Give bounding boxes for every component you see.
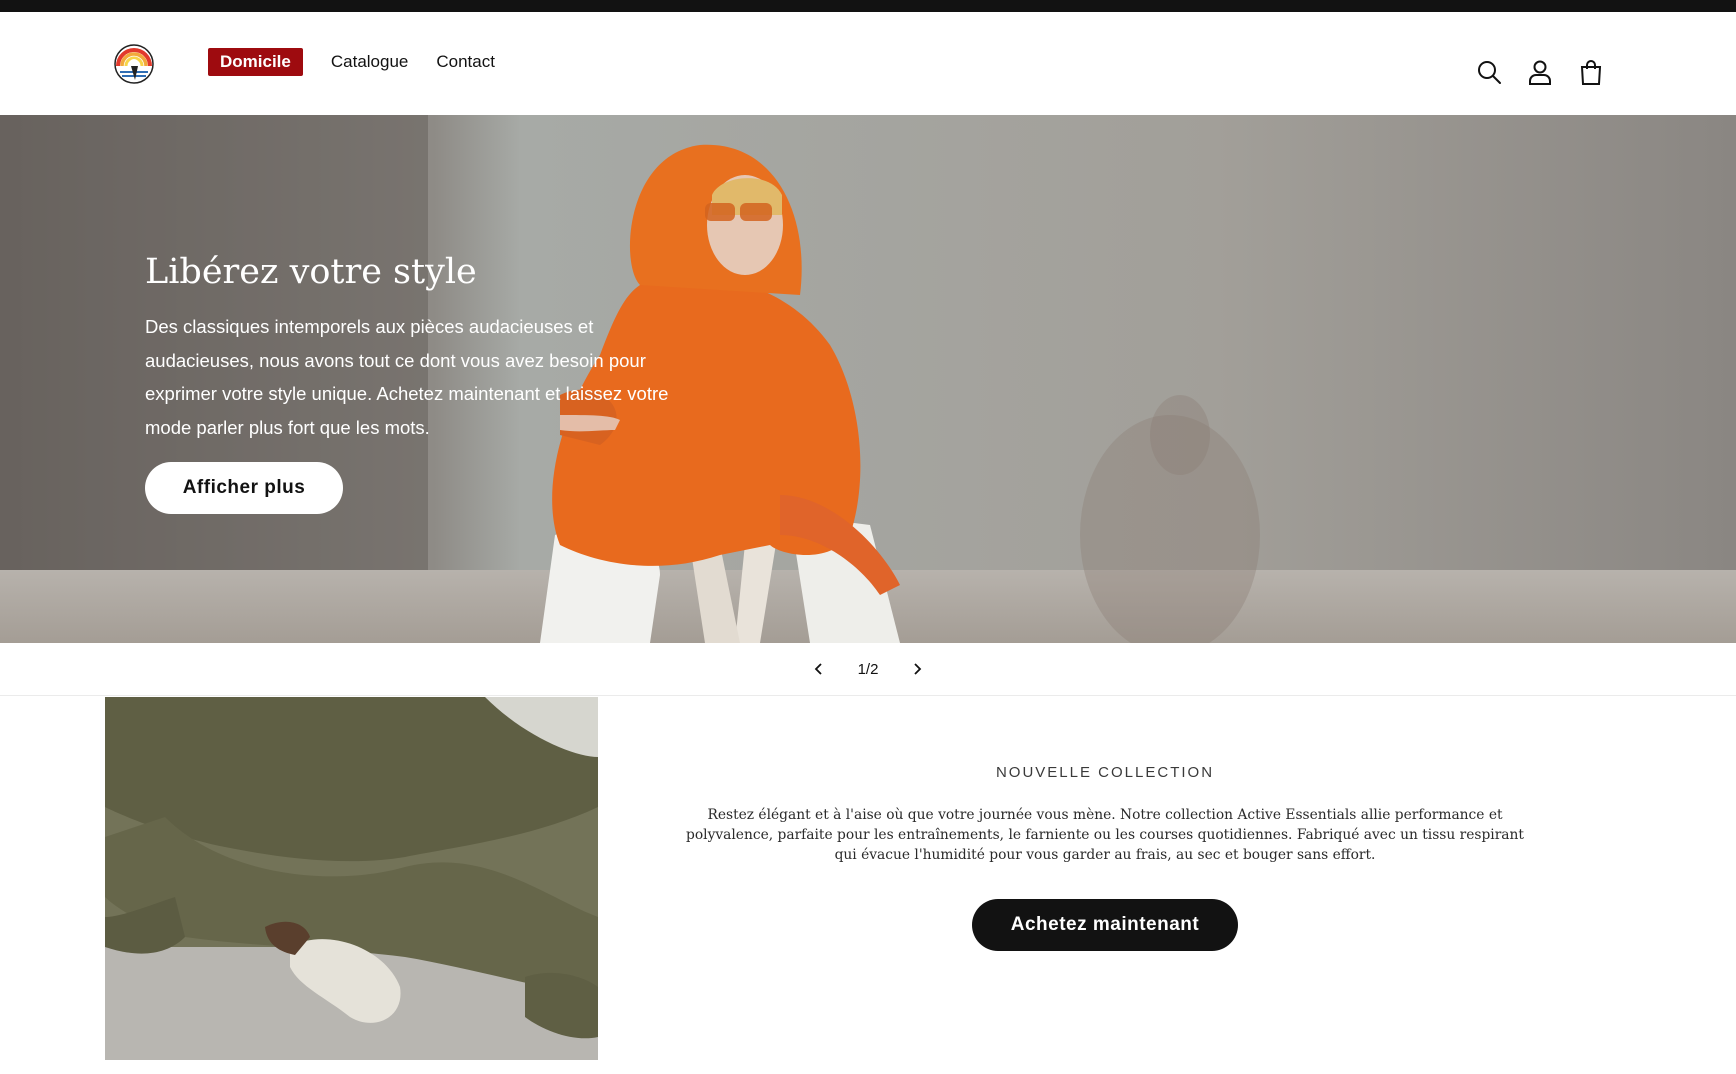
nav-item-catalogue[interactable]: Catalogue [331, 48, 409, 76]
account-icon[interactable] [1525, 57, 1555, 87]
nav-item-domicile[interactable]: Domicile [208, 48, 303, 76]
main-nav: Domicile Catalogue Contact [208, 48, 523, 76]
shop-now-button[interactable]: Achetez maintenant [972, 899, 1238, 951]
chevron-left-icon [814, 663, 822, 675]
previous-slide-button[interactable] [804, 654, 834, 684]
announcement-bar [0, 0, 1736, 12]
rainbow-logo-icon [114, 44, 154, 84]
hero-content: Libérez votre style Des classiques intem… [145, 250, 705, 444]
collection-image [105, 697, 598, 1060]
site-header: Domicile Catalogue Contact [0, 12, 1736, 115]
chevron-right-icon [914, 663, 922, 675]
collection-heading: NOUVELLE COLLECTION [995, 764, 1215, 781]
search-icon[interactable] [1474, 57, 1504, 87]
collection-content: NOUVELLE COLLECTION Restez élégant et à … [660, 697, 1550, 1060]
nav-item-contact[interactable]: Contact [436, 48, 495, 76]
collection-description: Restez élégant et à l'aise où que votre … [686, 807, 1524, 863]
store-logo[interactable] [114, 44, 154, 84]
hero-title: Libérez votre style [145, 252, 477, 292]
hero-show-more-button[interactable]: Afficher plus [145, 462, 343, 514]
hero-slideshow: Libérez votre style Des classiques intem… [0, 115, 1736, 643]
slide-counter: 1/2 [857, 660, 879, 678]
next-slide-button[interactable] [902, 654, 932, 684]
hero-description: Des classiques intemporels aux pièces au… [145, 316, 669, 438]
cart-icon[interactable] [1576, 57, 1606, 87]
slideshow-controls: 1/2 [0, 643, 1736, 696]
header-icons [1474, 57, 1627, 87]
